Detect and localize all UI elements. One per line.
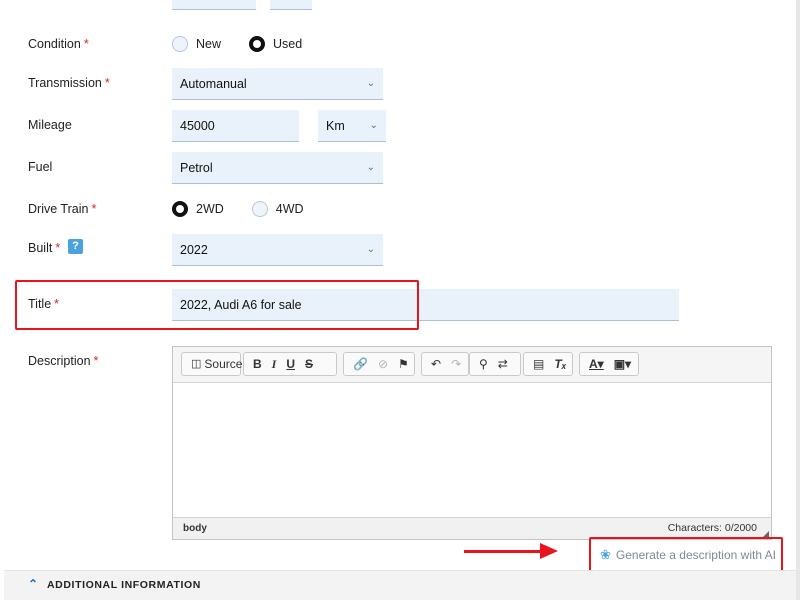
chevron-down-icon: ⌄ — [366, 162, 375, 173]
toolbar-group-history: ↶ ↷ — [421, 352, 469, 376]
required-marker: * — [91, 202, 97, 216]
find-icon[interactable]: ⚲ — [474, 353, 493, 375]
underline-icon[interactable]: U — [281, 353, 300, 375]
help-icon[interactable]: ? — [68, 239, 83, 254]
chevron-down-icon: ⌄ — [369, 120, 378, 131]
source-button[interactable]: ◫ Source — [186, 353, 247, 375]
italic-icon[interactable]: I — [267, 353, 282, 375]
partial-input-left[interactable] — [172, 0, 256, 10]
radio-new[interactable] — [172, 36, 188, 52]
mileage-unit-value: Km — [326, 119, 345, 133]
undo-icon[interactable]: ↶ — [426, 353, 446, 375]
page-scroll-edge — [796, 0, 800, 600]
element-path[interactable]: body — [183, 523, 207, 534]
replace-icon[interactable]: ⇄ — [493, 353, 513, 375]
built-label-text: Built — [28, 241, 53, 255]
toolbar-group-source: ◫ Source — [181, 352, 242, 376]
toolbar-group-basic-styles: B I U S — [243, 352, 337, 376]
drive-train-label: Drive Train * — [28, 202, 96, 216]
editor-toolbar: ◫ Source B I U S 🔗 ⊘ ⚑ ↶ ↷ ⚲ ⇄ ▤ Tₓ A▾ ▣… — [173, 347, 771, 383]
toolbar-group-format: ▤ Tₓ — [523, 352, 573, 376]
built-year-value: 2022 — [180, 243, 208, 257]
mileage-label-text: Mileage — [28, 118, 72, 132]
remove-format-icon[interactable]: Tₓ — [549, 353, 571, 375]
drive-train-radio-group: 2WD 4WD — [172, 201, 332, 217]
mileage-value: 45000 — [180, 119, 215, 133]
mileage-input[interactable]: 45000 — [172, 110, 299, 142]
radio-4wd-label[interactable]: 4WD — [276, 202, 304, 216]
title-highlight-box — [15, 280, 419, 330]
radio-used-label[interactable]: Used — [273, 37, 302, 51]
toolbar-group-colors: A▾ ▣▾ — [579, 352, 639, 376]
mileage-unit-select[interactable]: Km ⌄ — [318, 110, 386, 142]
character-count: Characters: 0/2000 — [667, 522, 757, 534]
annotation-arrow-line — [464, 550, 544, 553]
strikethrough-icon[interactable]: S — [300, 353, 318, 375]
description-label: Description * — [28, 354, 98, 368]
condition-radio-group: New Used — [172, 36, 330, 52]
bold-icon[interactable]: B — [248, 353, 267, 375]
chevron-down-icon: ⌄ — [366, 78, 375, 89]
required-marker: * — [55, 241, 61, 255]
unlink-icon: ⊘ — [377, 357, 389, 371]
built-year-select[interactable]: 2022 ⌄ — [172, 234, 383, 266]
editor-content-area[interactable] — [173, 383, 771, 519]
required-marker: * — [104, 76, 110, 90]
radio-2wd[interactable] — [172, 201, 188, 217]
link-icon[interactable]: 🔗 — [348, 353, 373, 375]
select-all-icon[interactable]: ▤ — [528, 353, 549, 375]
mileage-label: Mileage — [28, 118, 72, 132]
chevron-down-icon: ⌄ — [366, 244, 375, 255]
fuel-label: Fuel — [28, 160, 52, 174]
section-title: ADDITIONAL INFORMATION — [47, 579, 201, 591]
background-color-icon[interactable]: ▣▾ — [609, 353, 636, 375]
fuel-select[interactable]: Petrol ⌄ — [172, 152, 383, 184]
condition-label: Condition * — [28, 37, 89, 51]
source-icon: ◫ — [191, 358, 202, 370]
source-button-label: Source — [204, 357, 243, 371]
partial-input-right[interactable] — [270, 0, 312, 10]
drive-train-label-text: Drive Train — [28, 202, 89, 216]
condition-label-text: Condition — [28, 37, 81, 51]
toolbar-group-links: 🔗 ⊘ ⚑ — [343, 352, 415, 376]
transmission-select[interactable]: Automanual ⌄ — [172, 68, 383, 100]
text-color-icon[interactable]: A▾ — [584, 353, 609, 375]
required-marker: * — [83, 37, 89, 51]
built-label: Built * — [28, 241, 60, 255]
radio-used[interactable] — [249, 36, 266, 52]
radio-new-label[interactable]: New — [196, 37, 221, 51]
transmission-label: Transmission * — [28, 76, 110, 90]
description-label-text: Description — [28, 354, 91, 368]
annotation-arrow-head — [540, 543, 558, 559]
radio-4wd[interactable] — [251, 201, 268, 217]
anchor-flag-icon[interactable]: ⚑ — [393, 353, 414, 375]
fuel-value: Petrol — [180, 161, 213, 175]
editor-status-bar: body Characters: 0/2000 — [173, 517, 771, 539]
toolbar-group-find: ⚲ ⇄ — [469, 352, 521, 376]
redo-icon: ↷ — [451, 357, 462, 371]
fuel-label-text: Fuel — [28, 160, 53, 174]
transmission-label-text: Transmission — [28, 76, 102, 90]
radio-2wd-label[interactable]: 2WD — [196, 202, 224, 216]
additional-information-section-header[interactable]: ⌃ ADDITIONAL INFORMATION — [4, 570, 796, 600]
description-rich-text-editor: ◫ Source B I U S 🔗 ⊘ ⚑ ↶ ↷ ⚲ ⇄ ▤ Tₓ A▾ ▣… — [172, 346, 772, 540]
required-marker: * — [93, 354, 99, 368]
transmission-value: Automanual — [180, 77, 247, 91]
ai-button-highlight-box — [589, 537, 783, 572]
chevron-up-icon: ⌃ — [28, 577, 39, 591]
